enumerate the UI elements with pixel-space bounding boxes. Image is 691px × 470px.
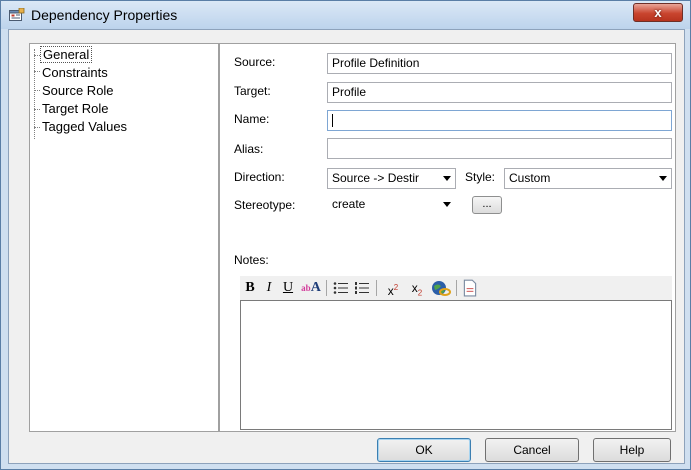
close-button[interactable]: x xyxy=(633,3,683,22)
tree-item-target-role[interactable]: Target Role xyxy=(40,101,110,117)
hyperlink-globe-icon[interactable] xyxy=(431,279,451,297)
text-caret xyxy=(332,114,333,128)
superscript-icon: 2 xyxy=(393,283,399,292)
tree-connector-line xyxy=(34,49,35,139)
tree-item-label: Source Role xyxy=(42,83,114,98)
direction-dropdown[interactable]: Source -> Destir xyxy=(327,168,456,189)
subscript-button[interactable]: x2 xyxy=(408,279,426,297)
tree-item-tagged-values[interactable]: Tagged Values xyxy=(40,119,129,135)
stereotype-dropdown[interactable]: create xyxy=(327,194,456,215)
name-input[interactable] xyxy=(327,110,672,131)
superscript-button[interactable]: x2 xyxy=(384,279,402,298)
style-value: Custom xyxy=(509,171,551,185)
tree-item-constraints[interactable]: Constraints xyxy=(40,65,110,81)
font-color-icon: ab xyxy=(301,283,311,293)
help-button[interactable]: Help xyxy=(593,438,671,462)
style-dropdown[interactable]: Custom xyxy=(504,168,672,189)
dependency-properties-window: Dependency Properties x General Constrai… xyxy=(0,0,691,470)
category-tree: General Constraints Source Role Target R… xyxy=(29,43,219,432)
source-field[interactable]: Profile Definition xyxy=(327,53,672,74)
tree-item-label: Tagged Values xyxy=(42,119,128,134)
close-icon: x xyxy=(654,5,662,20)
dialog-client-area: General Constraints Source Role Target R… xyxy=(8,29,685,464)
tree-item-label: Constraints xyxy=(42,65,108,80)
underline-button[interactable]: U xyxy=(280,279,296,297)
toolbar-separator xyxy=(456,280,457,296)
font-color-letter: A xyxy=(310,280,321,295)
tree-item-source-role[interactable]: Source Role xyxy=(40,83,116,99)
numbered-list-icon[interactable] xyxy=(354,279,370,297)
toolbar-separator xyxy=(326,280,327,296)
dialog-properties-icon xyxy=(9,8,25,21)
alias-label: Alias: xyxy=(234,142,264,156)
stereotype-label: Stereotype: xyxy=(234,198,296,212)
cancel-button[interactable]: Cancel xyxy=(485,438,579,462)
bold-button[interactable]: B xyxy=(242,279,258,297)
tree-item-label: Target Role xyxy=(42,101,109,116)
toolbar-separator xyxy=(376,280,377,296)
style-label: Style: xyxy=(465,170,496,184)
italic-button[interactable]: I xyxy=(261,279,277,297)
ok-button[interactable]: OK xyxy=(377,438,471,462)
chevron-down-icon xyxy=(443,202,451,207)
stereotype-browse-button[interactable]: ... xyxy=(472,196,502,214)
tree-item-label: General xyxy=(40,46,93,63)
target-field[interactable]: Profile xyxy=(327,82,672,103)
alias-input[interactable] xyxy=(327,138,672,159)
font-color-button[interactable]: abA xyxy=(301,279,321,297)
window-title: Dependency Properties xyxy=(31,7,178,23)
general-properties-panel: Source: Profile Definition Target: Profi… xyxy=(219,43,676,432)
direction-label: Direction: xyxy=(234,170,285,184)
subscript-icon: 2 xyxy=(417,288,423,298)
direction-value: Source -> Destir xyxy=(332,171,420,185)
target-label: Target: xyxy=(234,84,271,98)
tree-item-general[interactable]: General xyxy=(40,46,93,63)
bullet-list-icon[interactable] xyxy=(333,279,349,297)
notes-editor[interactable] xyxy=(240,300,672,430)
insert-document-icon[interactable] xyxy=(462,279,478,297)
title-bar[interactable]: Dependency Properties x xyxy=(1,1,690,29)
chevron-down-icon xyxy=(443,176,451,181)
name-label: Name: xyxy=(234,112,270,126)
source-label: Source: xyxy=(234,55,276,69)
notes-label: Notes: xyxy=(234,253,269,267)
stereotype-value: create xyxy=(332,197,366,211)
notes-formatting-toolbar: B I U abA x2 x2 xyxy=(240,276,672,300)
chevron-down-icon xyxy=(659,176,667,181)
